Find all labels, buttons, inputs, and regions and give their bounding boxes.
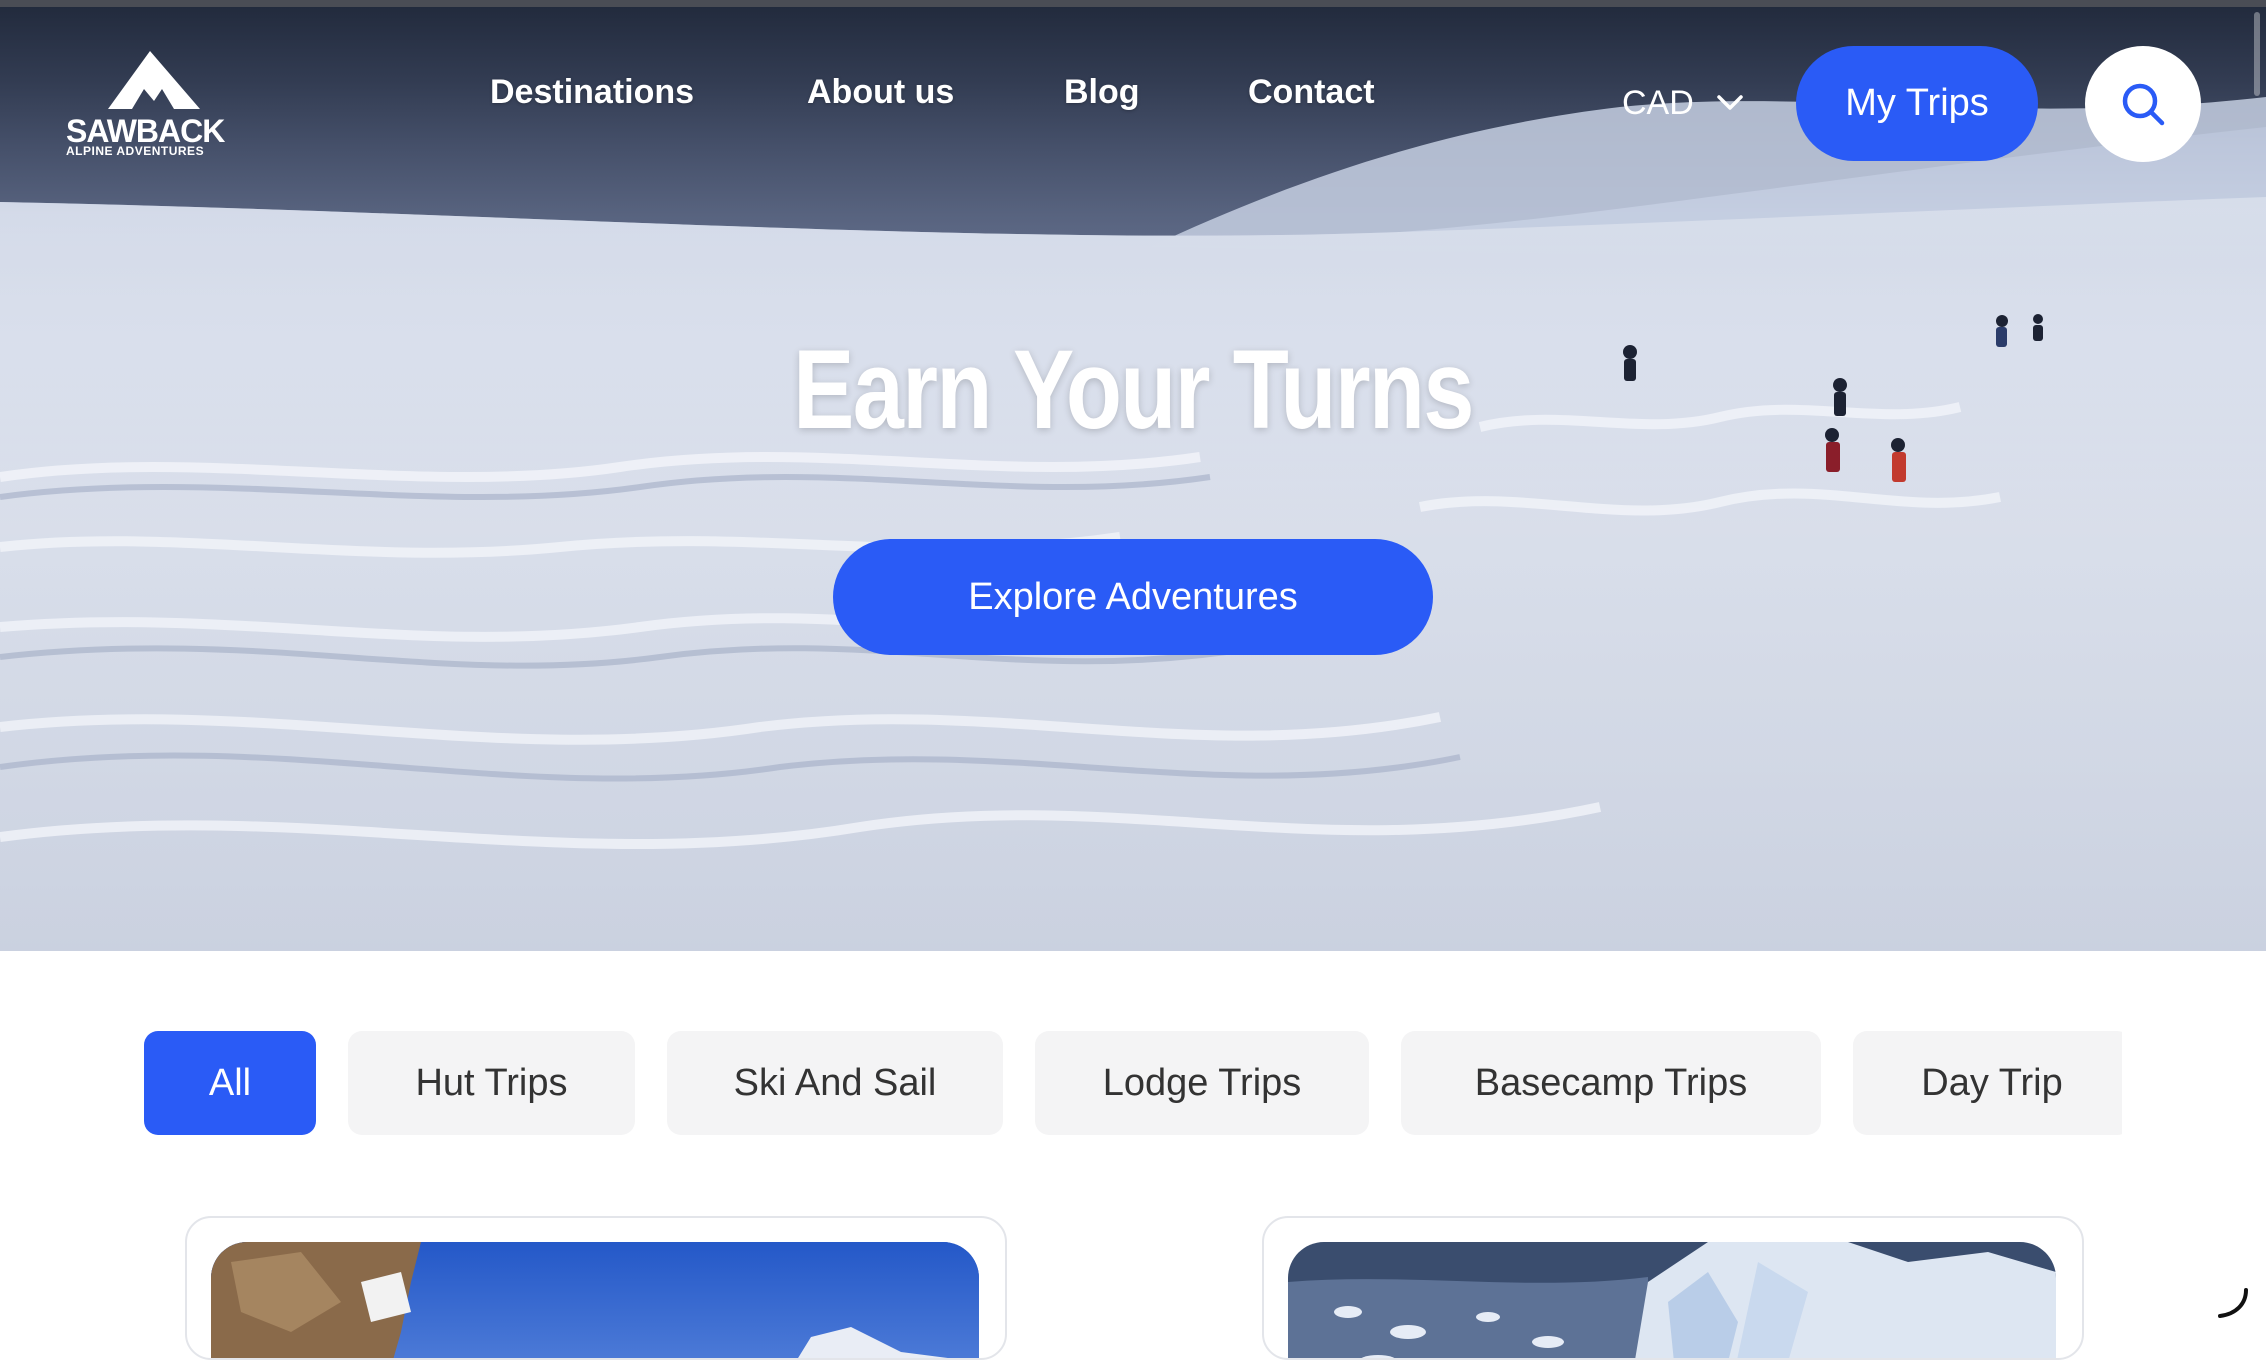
trip-card-photo: [1288, 1242, 2056, 1358]
search-button[interactable]: [2085, 46, 2201, 162]
nav-link-contact[interactable]: Contact: [1248, 73, 1375, 112]
search-icon: [2122, 83, 2165, 126]
brand-tagline: ALPINE ADVENTURES: [66, 144, 205, 158]
trip-card-image: [1288, 1242, 2056, 1358]
currency-selector[interactable]: CAD: [1622, 77, 1744, 129]
mountain-logo-icon: [108, 51, 200, 109]
trip-card-image: [211, 1242, 979, 1358]
filter-chip-day-trip[interactable]: Day Trip: [1853, 1031, 2122, 1135]
brand-logo[interactable]: SAWBACK ALPINE ADVENTURES: [62, 49, 252, 161]
filter-chip-ski-and-sail[interactable]: Ski And Sail: [667, 1031, 1003, 1135]
browser-top-strip: [0, 0, 2266, 7]
currency-value: CAD: [1622, 83, 1694, 122]
hero-title: Earn Your Turns: [793, 327, 1474, 452]
loading-spinner-icon: [2218, 1288, 2248, 1318]
trip-card[interactable]: [185, 1216, 1007, 1360]
filter-chip-basecamp-trips[interactable]: Basecamp Trips: [1401, 1031, 1821, 1135]
filter-chip-hut-trips[interactable]: Hut Trips: [348, 1031, 635, 1135]
filter-chip-lodge-trips[interactable]: Lodge Trips: [1035, 1031, 1369, 1135]
explore-adventures-button[interactable]: Explore Adventures: [833, 539, 1433, 655]
hero-section: SAWBACK ALPINE ADVENTURES Destinations A…: [0, 7, 2266, 951]
filter-chip-all[interactable]: All: [144, 1031, 316, 1135]
trip-filter-bar: All Hut Trips Ski And Sail Lodge Trips B…: [0, 1031, 2122, 1135]
chevron-down-icon: [1717, 95, 1743, 110]
trip-card-photo: [211, 1242, 979, 1358]
my-trips-button[interactable]: My Trips: [1796, 46, 2038, 161]
nav-link-destinations[interactable]: Destinations: [490, 73, 694, 112]
nav-link-blog[interactable]: Blog: [1064, 73, 1140, 112]
scrollbar-thumb[interactable]: [2254, 12, 2260, 96]
trip-card[interactable]: [1262, 1216, 2084, 1360]
nav-link-about-us[interactable]: About us: [807, 73, 954, 112]
